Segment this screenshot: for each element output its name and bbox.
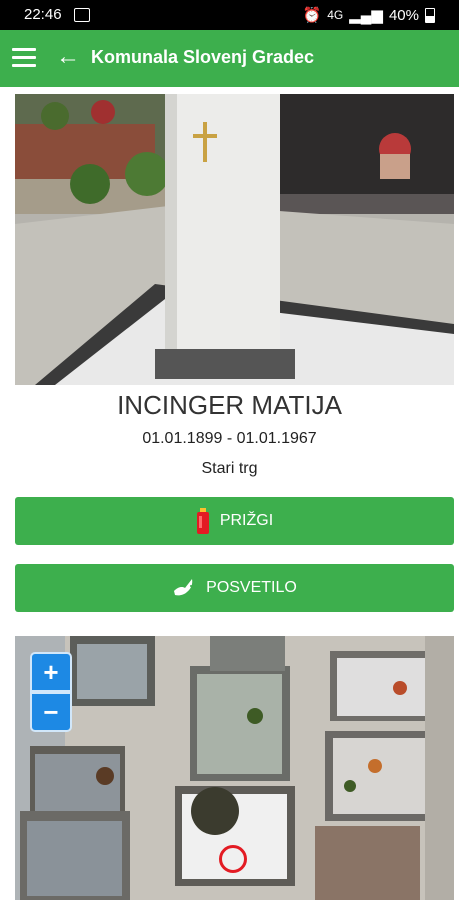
dove-icon bbox=[174, 579, 193, 596]
status-bar: 22:46 ⏰ 4G ▂▄▆ 40% bbox=[0, 0, 459, 30]
back-arrow-icon[interactable]: ← bbox=[56, 45, 80, 69]
status-time: 22:46 bbox=[24, 6, 62, 23]
grave-photo-illustration bbox=[15, 94, 454, 385]
grave-photo bbox=[15, 94, 454, 385]
network-type: 4G bbox=[327, 8, 344, 22]
menu-icon[interactable] bbox=[12, 48, 36, 68]
light-candle-label: PRIŽGI bbox=[219, 512, 274, 529]
light-candle-button[interactable]: PRIŽGI bbox=[15, 497, 454, 545]
alarm-icon: ⏰ bbox=[302, 7, 322, 24]
battery-percent: 40% bbox=[388, 6, 419, 24]
dedication-label: POSVETILO bbox=[206, 579, 297, 596]
app-bar: ← Komunala Slovenj Gradec bbox=[0, 30, 459, 87]
cemetery-location: Stari trg bbox=[201, 460, 258, 477]
status-right: ⏰ 4G ▂▄▆ 40% bbox=[303, 6, 435, 24]
dedication-button[interactable]: POSVETILO bbox=[15, 564, 454, 612]
zoom-in-button[interactable]: + bbox=[30, 652, 72, 692]
grave-location-marker[interactable] bbox=[219, 845, 247, 873]
app-title: Komunala Slovenj Gradec bbox=[91, 47, 315, 67]
signal-icon: ▂▄▆ bbox=[349, 7, 383, 24]
battery-icon bbox=[425, 7, 435, 23]
deceased-dates: 01.01.1899 - 01.01.1967 bbox=[142, 430, 317, 447]
cemetery-map[interactable]: + − bbox=[15, 636, 454, 900]
zoom-out-button[interactable]: − bbox=[30, 692, 72, 732]
candle-icon bbox=[196, 508, 209, 534]
deceased-name: INCINGER MATIJA bbox=[117, 390, 342, 420]
gallery-notification-icon bbox=[74, 8, 90, 22]
